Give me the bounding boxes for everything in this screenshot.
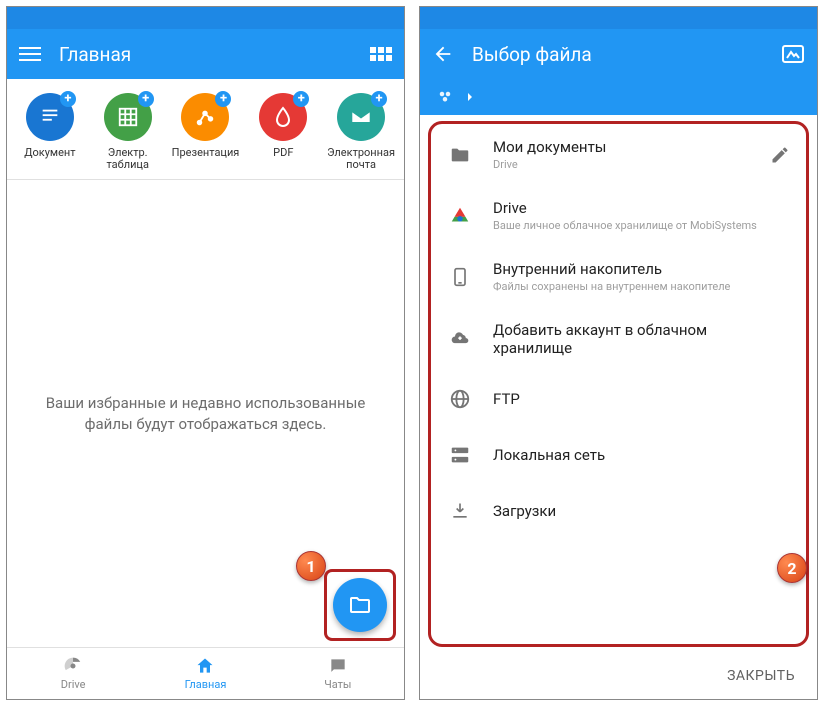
location-downloads[interactable]: Загрузки	[431, 483, 806, 539]
browse-fab[interactable]	[333, 578, 387, 632]
home-icon	[195, 656, 215, 676]
download-icon	[447, 500, 473, 522]
location-ftp[interactable]: FTP	[431, 371, 806, 427]
nav-chats[interactable]: Чаты	[272, 648, 404, 699]
server-icon	[447, 444, 473, 466]
breadcrumb-root-icon[interactable]	[434, 88, 456, 106]
email-icon: +	[337, 93, 385, 141]
pdf-icon: +	[259, 93, 307, 141]
location-internal[interactable]: Внутренний накопитель Файлы сохранены на…	[431, 246, 806, 307]
create-row: + Документ + Электр. таблица + Презентац…	[7, 79, 404, 180]
annotation-badge-2: 2	[777, 553, 807, 583]
globe-icon	[447, 388, 473, 410]
status-bar	[7, 7, 404, 29]
drive-cloud-icon	[447, 205, 473, 227]
app-title: Главная	[59, 43, 131, 66]
menu-icon[interactable]	[19, 47, 41, 61]
annotation-badge-1: 1	[296, 551, 326, 581]
create-document[interactable]: + Документ	[14, 93, 86, 171]
app-bar: Главная	[7, 29, 404, 79]
locations-highlight: Мои документы Drive Drive Ваше личное об…	[428, 121, 809, 647]
screen-home: Главная + Документ + Электр. таблица + П…	[6, 6, 405, 700]
bottom-nav: Drive Главная Чаты	[7, 647, 404, 699]
nav-drive[interactable]: Drive	[7, 648, 139, 699]
document-icon: +	[26, 93, 74, 141]
drive-icon	[63, 656, 83, 676]
chat-icon	[328, 656, 348, 676]
back-icon[interactable]	[432, 43, 454, 65]
edit-icon[interactable]	[770, 145, 790, 165]
create-email[interactable]: + Электронная почта	[325, 93, 397, 171]
presentation-icon: +	[181, 93, 229, 141]
create-presentation[interactable]: + Презентация	[169, 93, 241, 171]
nav-home[interactable]: Главная	[139, 648, 271, 699]
fab-highlight	[324, 569, 396, 641]
picker-title: Выбор файла	[472, 43, 592, 66]
breadcrumb-bar	[420, 79, 817, 115]
folder-icon	[348, 593, 372, 617]
phone-icon	[447, 265, 473, 289]
cloud-add-icon	[447, 329, 473, 349]
spreadsheet-icon: +	[104, 93, 152, 141]
app-logo-icon[interactable]	[781, 44, 805, 64]
location-add-cloud[interactable]: Добавить аккаунт в облачном хранилище	[431, 307, 806, 371]
folder-icon	[447, 144, 473, 166]
view-grid-icon[interactable]	[370, 47, 392, 61]
create-pdf[interactable]: + PDF	[247, 93, 319, 171]
app-bar: Выбор файла	[420, 29, 817, 79]
location-lan[interactable]: Локальная сеть	[431, 427, 806, 483]
screen-file-picker: Выбор файла Мои документы Drive Drive Ва…	[419, 6, 818, 700]
location-my-docs[interactable]: Мои документы Drive	[431, 124, 806, 185]
chevron-right-icon	[462, 89, 478, 105]
close-button[interactable]: ЗАКРЫТЬ	[420, 653, 817, 699]
location-drive[interactable]: Drive Ваше личное облачное хранилище от …	[431, 185, 806, 246]
create-spreadsheet[interactable]: + Электр. таблица	[92, 93, 164, 171]
status-bar	[420, 7, 817, 29]
